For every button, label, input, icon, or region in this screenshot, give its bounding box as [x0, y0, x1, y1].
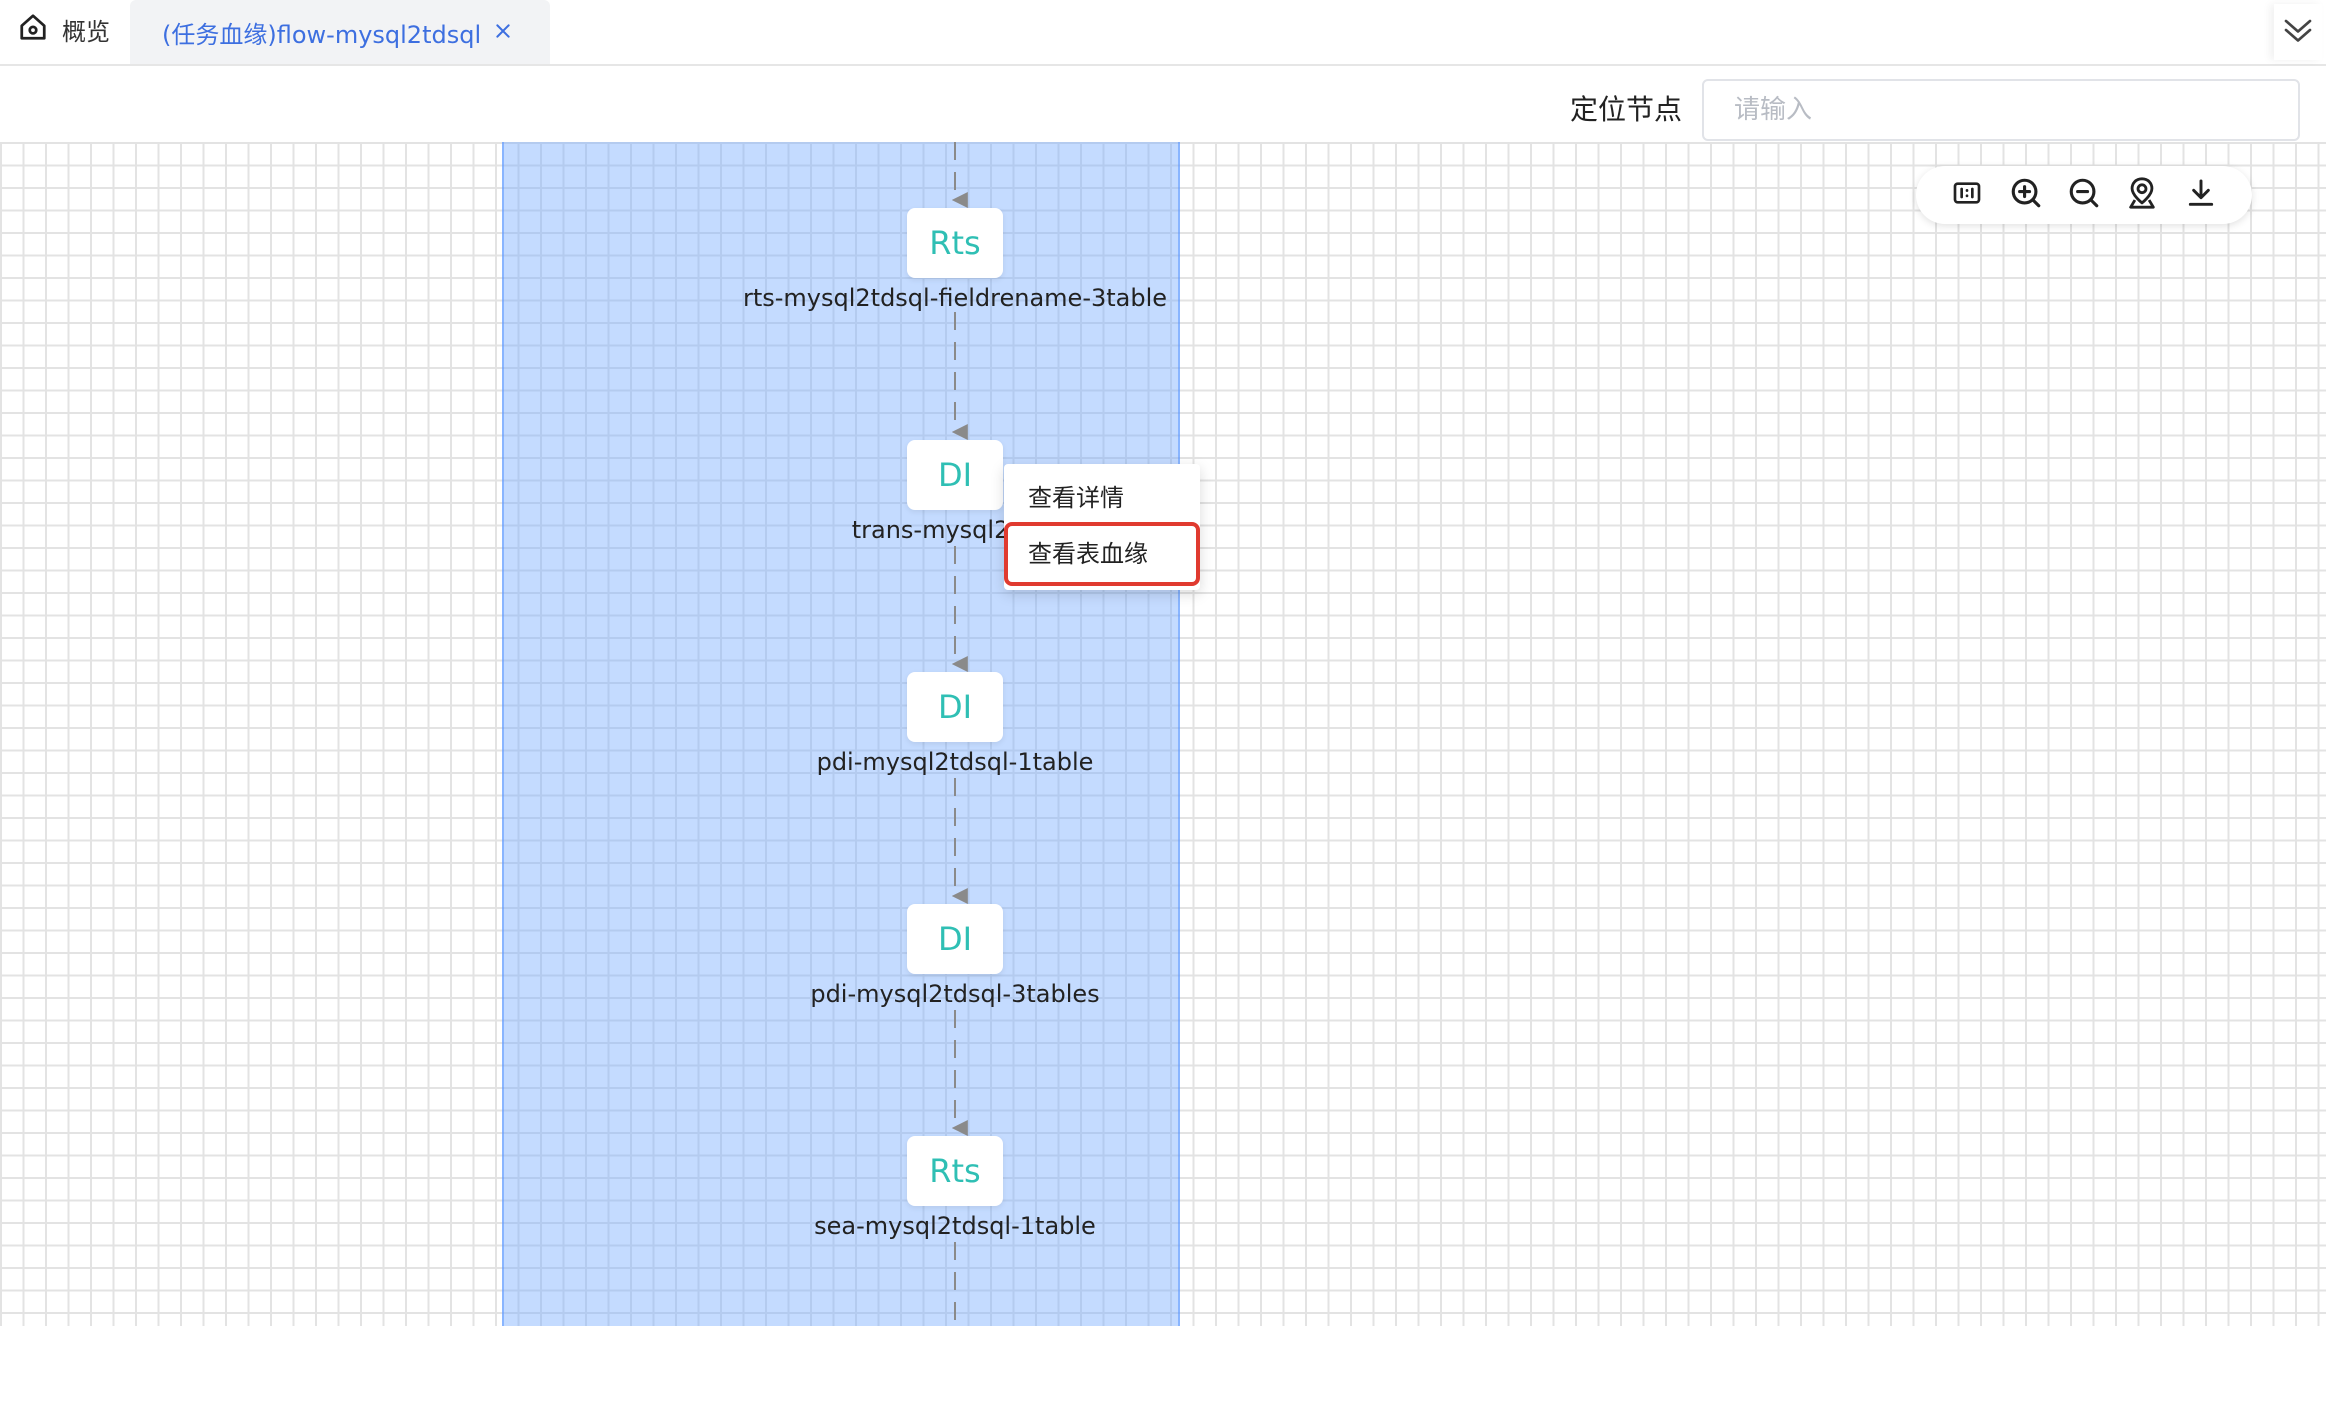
locate-button[interactable]	[2122, 175, 2162, 215]
fit-view-button[interactable]	[1947, 175, 1987, 215]
locate-node-label: 定位节点	[1570, 93, 1683, 126]
download-button[interactable]	[2181, 175, 2221, 215]
node-context-menu: 查看详情 查看表血缘	[1004, 464, 1200, 590]
view-details-menu-item[interactable]: 查看详情	[1004, 470, 1200, 526]
node-type-label: DI	[937, 920, 973, 958]
lineage-canvas[interactable]: Rts rts-mysql2tdsql-fieldrename-3table D…	[0, 142, 2326, 1326]
lineage-node-rts[interactable]: Rts	[907, 208, 1003, 278]
node-name-label: sea-mysql2tdsql-1table	[814, 1212, 1096, 1240]
locate-node-input[interactable]	[1702, 79, 2300, 141]
zoom-in-button[interactable]	[2006, 175, 2046, 215]
close-icon[interactable]	[486, 14, 520, 48]
node-name-label: pdi-mysql2tdsql-1table	[816, 748, 1094, 776]
lineage-node-di[interactable]: DI	[907, 440, 1003, 510]
node-name-label: trans-mysql2T	[851, 516, 1024, 544]
tab-task-lineage-label: (任务血缘)flow-mysql2tdsql	[162, 20, 482, 49]
tab-overview-label: 概览	[62, 17, 110, 46]
tab-overview[interactable]: 概览	[18, 0, 110, 58]
node-type-label: Rts	[929, 1152, 981, 1190]
node-name-label: rts-mysql2tdsql-fieldrename-3table	[742, 284, 1168, 312]
lineage-node-rts[interactable]: Rts	[907, 1136, 1003, 1206]
zoom-out-icon	[2067, 176, 2101, 214]
fit-view-icon	[1951, 177, 1983, 213]
zoom-in-icon	[2009, 176, 2043, 214]
download-icon	[2185, 177, 2217, 213]
lineage-node-di[interactable]: DI	[907, 672, 1003, 742]
more-tabs-button[interactable]	[2274, 4, 2322, 60]
node-type-label: DI	[937, 688, 973, 726]
node-name-label: pdi-mysql2tdsql-3tables	[810, 980, 1100, 1008]
view-table-lineage-menu-item[interactable]: 查看表血缘	[1004, 526, 1200, 582]
lineage-edges	[951, 142, 968, 1326]
tab-task-lineage[interactable]: (任务血缘)flow-mysql2tdsql	[130, 0, 550, 64]
home-icon	[18, 12, 48, 46]
node-type-label: Rts	[929, 224, 981, 262]
node-type-label: DI	[937, 456, 973, 494]
double-chevron-down-icon	[2280, 12, 2316, 52]
zoom-out-button[interactable]	[2064, 175, 2104, 215]
tab-bar: 概览 (任务血缘)flow-mysql2tdsql	[0, 0, 2326, 66]
graph-toolbar	[1916, 166, 2252, 224]
lineage-node-di[interactable]: DI	[907, 904, 1003, 974]
locate-icon	[2125, 176, 2159, 214]
